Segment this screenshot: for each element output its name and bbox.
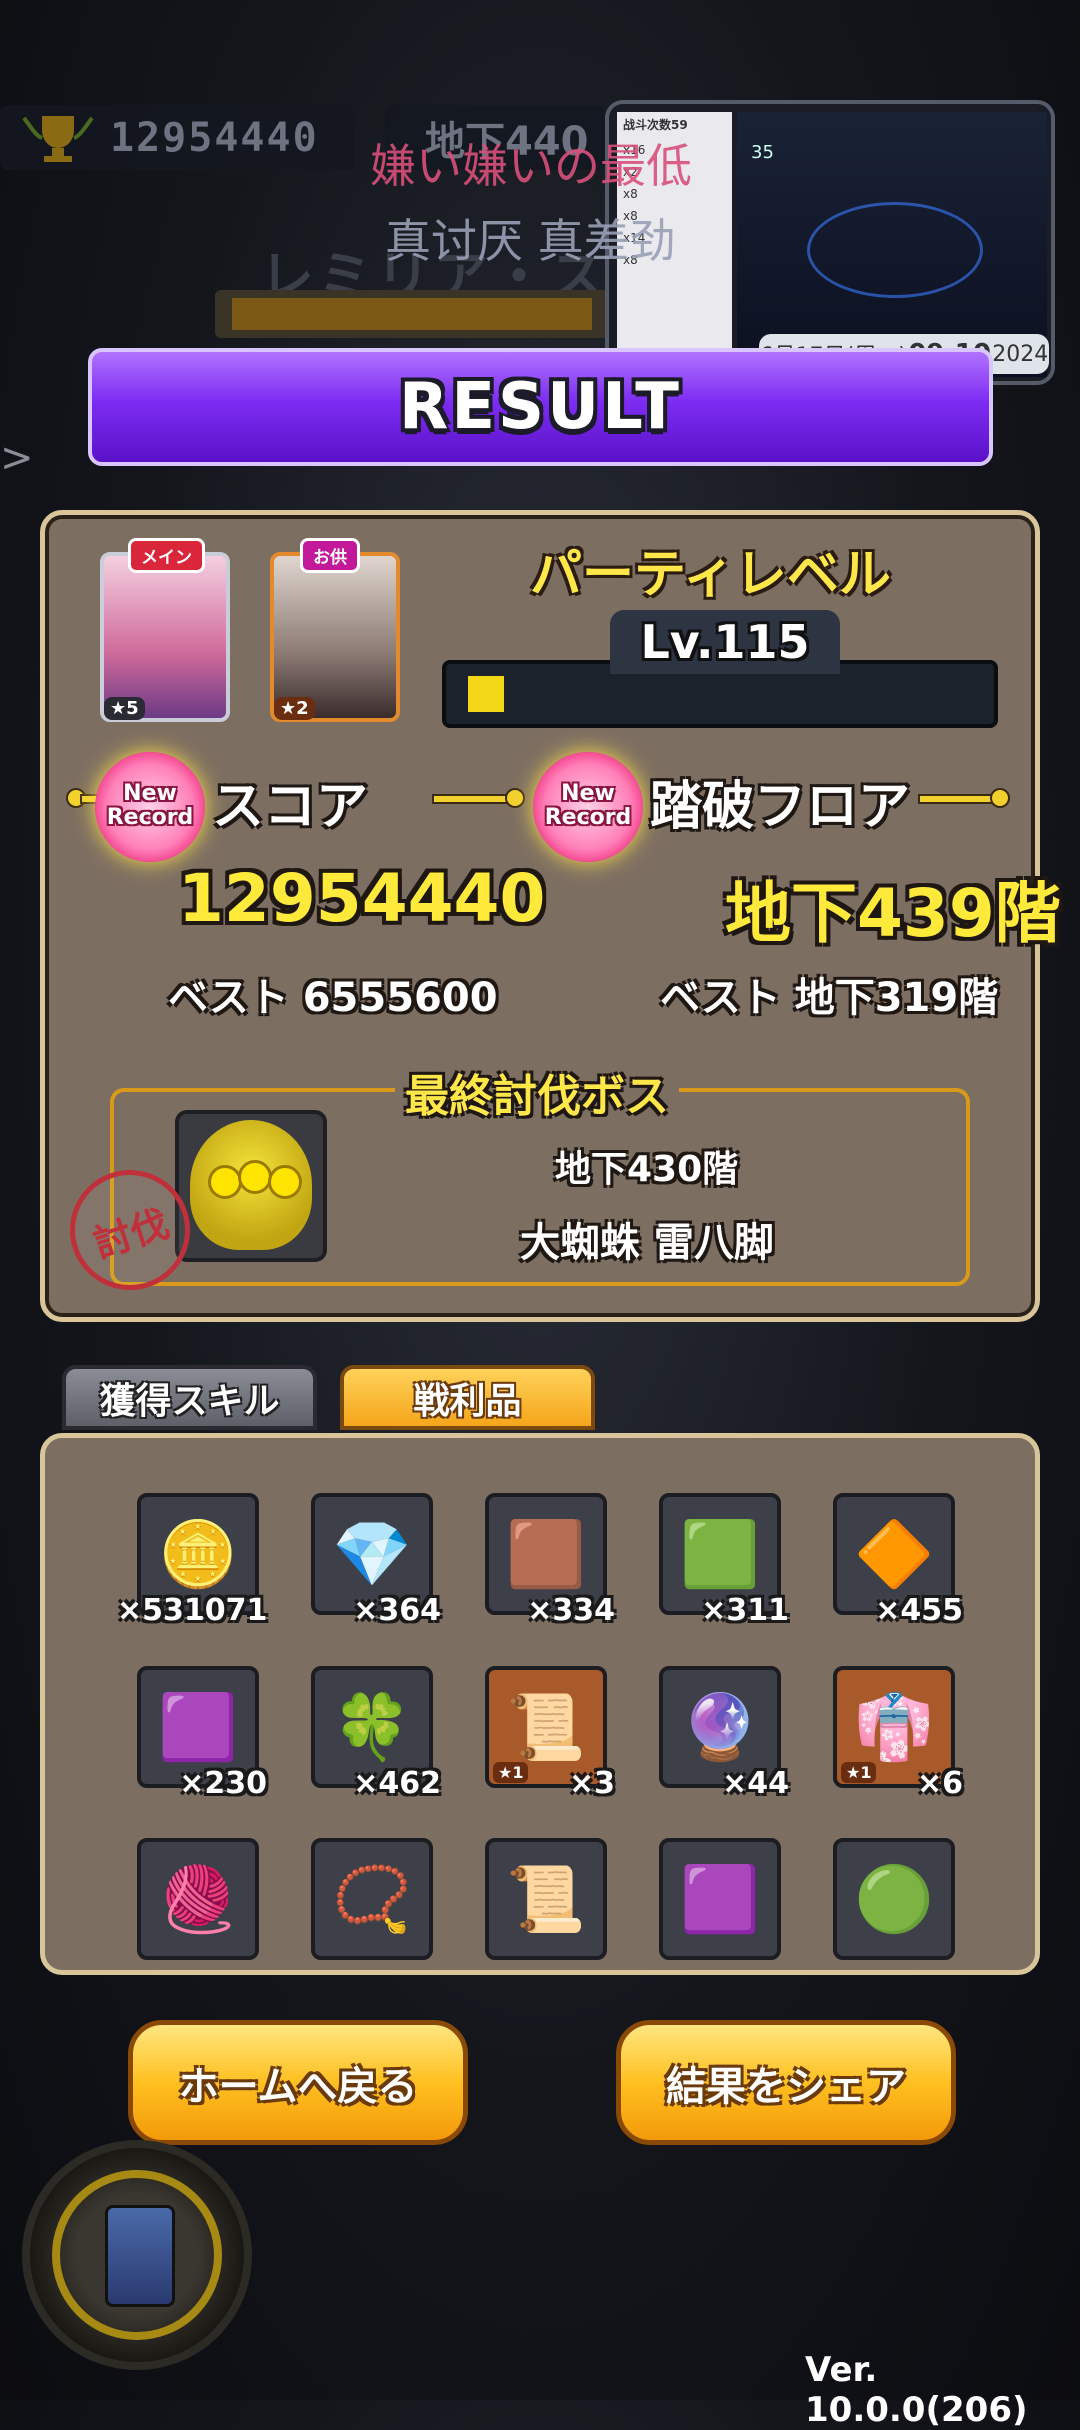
loot-item[interactable]: 📿 — [311, 1838, 433, 1960]
score-new-record: New Record — [106, 781, 194, 830]
loot-item[interactable]: 🟢 — [833, 1838, 955, 1960]
tab-acquired-skills[interactable]: 獲得スキル — [62, 1365, 317, 1430]
magatama-icon: 🟢 — [854, 1862, 934, 1937]
version-label: Ver. 10.0.0(206) — [805, 2350, 1028, 2430]
loot-quantity: ×462 — [353, 1766, 441, 1801]
party-level-label: パーティレベル — [530, 545, 891, 605]
rope-icon: 🧶 — [158, 1862, 238, 1937]
boss-floor: 地下430階 — [555, 1149, 739, 1190]
pendant-icon: 📿 — [332, 1862, 412, 1937]
tab-loot[interactable]: 戦利品 — [340, 1365, 595, 1430]
party-level-fill — [468, 676, 504, 712]
trophy-icon — [22, 116, 94, 162]
main-star-badge: ★5 — [104, 697, 145, 720]
result-title: RESULT — [399, 370, 682, 444]
floor-new-record: New Record — [544, 781, 632, 830]
score-line-right — [432, 794, 516, 804]
subtitle-overlay-2: 真讨厌 真差劲 — [385, 214, 676, 268]
sub-star-badge: ★2 — [274, 697, 315, 720]
loot-quantity: ×334 — [527, 1593, 615, 1628]
score-value: 12954440 — [178, 860, 546, 937]
boss-eye — [238, 1160, 272, 1194]
loot-quantity: ×230 — [179, 1766, 267, 1801]
floor-line-dot — [990, 788, 1010, 808]
pip-effect — [807, 202, 983, 298]
best-floor: ベスト 地下319階 — [660, 975, 999, 1021]
loot-item[interactable]: 📜 — [485, 1838, 607, 1960]
best-score: ベスト 6555600 — [168, 975, 498, 1021]
home-button[interactable]: ホームへ戻る — [128, 2020, 468, 2145]
bg-hp-fill — [232, 298, 592, 330]
loot-quantity: ×364 — [353, 1593, 441, 1628]
pip-header: 35 — [751, 142, 774, 163]
floor-value: 地下439階 — [725, 875, 1061, 952]
loot-item[interactable]: 🟪 — [659, 1838, 781, 1960]
sub-tag: お供 — [300, 538, 360, 573]
pip-extra: 2024 — [992, 341, 1049, 367]
share-result-button[interactable]: 結果をシェア — [616, 2020, 956, 2145]
main-tag: メイン — [128, 538, 205, 573]
loot-quantity: ×6 — [916, 1766, 963, 1801]
party-level-value: Lv.115 — [610, 610, 840, 674]
loot-panel[interactable]: 🪙 ×531071 💎 ×364 🟫 ×334 🟩 ×311 🔶 ×455 🟪 ×230 🍀 ×462 📜 ★… — [40, 1433, 1040, 1975]
edge-arrow-icon: > — [0, 435, 34, 481]
loot-quantity: ×311 — [701, 1593, 789, 1628]
score-label: スコア — [212, 777, 369, 837]
subtitle-overlay-1: 嫌い嫌いの最低 — [370, 139, 692, 193]
blue-talisman-icon: 📜 — [506, 1862, 586, 1937]
loot-item[interactable]: 🧶 — [137, 1838, 259, 1960]
result-banner: RESULT — [88, 348, 993, 466]
boss-name: 大蜘蛛 雷八脚 — [520, 1220, 774, 1266]
boss-eye — [268, 1165, 302, 1199]
final-boss-title: 最終討伐ボス — [395, 1060, 679, 1124]
boss-eye — [208, 1165, 242, 1199]
loot-quantity: ×44 — [722, 1766, 789, 1801]
score-line-dot — [505, 788, 525, 808]
loot-quantity: ×3 — [568, 1766, 615, 1801]
purple-cloth-icon: 🟪 — [680, 1862, 760, 1937]
deck-card-icon — [105, 2205, 175, 2307]
loot-quantity: ×531071 — [117, 1593, 268, 1628]
loot-quantity: ×455 — [875, 1593, 963, 1628]
floor-label: 踏破フロア — [650, 777, 911, 837]
